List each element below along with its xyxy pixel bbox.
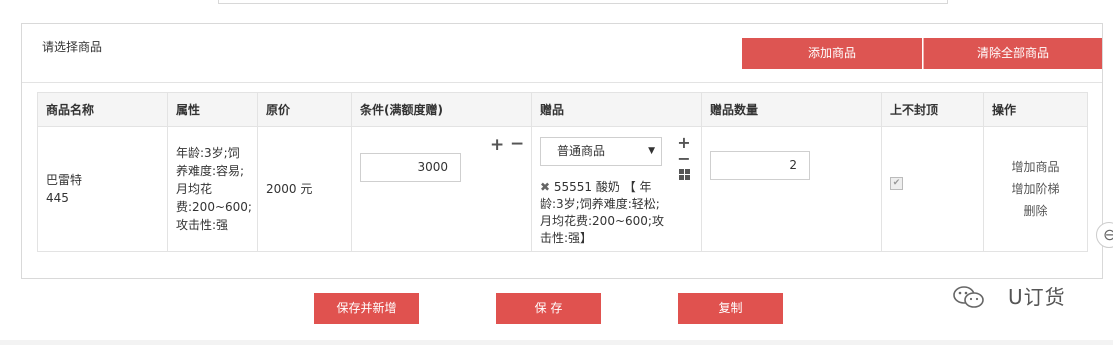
- panel-header: 请选择商品 添加商品 清除全部商品: [22, 24, 1102, 83]
- wechat-logo-icon: [953, 286, 984, 308]
- col-header-gift-qty: 赠品数量: [701, 92, 882, 127]
- col-header-actions: 操作: [983, 92, 1088, 127]
- copy-button[interactable]: 复制: [678, 293, 783, 324]
- col-header-gift: 赠品: [531, 92, 702, 127]
- gift-quantity-input[interactable]: [710, 151, 810, 180]
- cell-attributes: 年龄:3岁;饲养难度:容易;月均花费:200~600;攻击性:强: [167, 126, 258, 252]
- cell-no-cap: ✔: [881, 126, 984, 252]
- remove-condition-minus-icon[interactable]: −: [510, 136, 524, 153]
- table-header-row: 商品名称 属性 原价 条件(满额度赠) 赠品 赠品数量 上不封顶 操作: [37, 92, 1088, 127]
- col-header-no-cap: 上不封顶: [881, 92, 984, 127]
- col-header-price: 原价: [257, 92, 352, 127]
- save-and-new-button[interactable]: 保存并新增: [314, 293, 419, 324]
- panel-title: 请选择商品: [42, 40, 103, 54]
- gift-type-select[interactable]: 普通商品 ▼: [540, 137, 662, 166]
- goods-selection-panel: 请选择商品 添加商品 清除全部商品 商品名称 属性 原价 条件(满额度赠) 赠品…: [21, 23, 1103, 279]
- no-cap-checkbox[interactable]: ✔: [890, 177, 903, 190]
- table-row: 巴雷特 445 年龄:3岁;饲养难度:容易;月均花费:200~600;攻击性:强…: [37, 126, 1088, 252]
- delete-link[interactable]: 删除: [992, 200, 1079, 222]
- cell-goods-name: 巴雷特 445: [37, 126, 168, 252]
- gift-type-selected: 普通商品: [557, 144, 606, 158]
- add-tier-link[interactable]: 增加阶梯: [992, 178, 1079, 200]
- cell-price: 2000 元: [257, 126, 352, 252]
- remove-gift-x-icon[interactable]: ✖: [540, 180, 550, 194]
- grid-select-icon[interactable]: [678, 169, 690, 180]
- clear-all-goods-button[interactable]: 清除全部商品: [923, 38, 1102, 69]
- col-header-condition: 条件(满额度赠): [351, 92, 532, 127]
- chevron-down-icon: ▼: [648, 146, 655, 156]
- cell-gift: 普通商品 ▼ + − ✖ 55551 酸奶 【 年龄:3岁;饲养难度:轻松;月均…: [531, 126, 702, 252]
- condition-amount-input[interactable]: [360, 153, 461, 182]
- goods-code: 445: [46, 191, 69, 205]
- col-header-name: 商品名称: [37, 92, 168, 127]
- actions-list: 增加商品 增加阶梯 删除: [992, 156, 1079, 222]
- add-goods-link[interactable]: 增加商品: [992, 156, 1079, 178]
- goods-table: 商品名称 属性 原价 条件(满额度赠) 赠品 赠品数量 上不封顶 操作 巴雷特 …: [37, 92, 1088, 252]
- col-header-attributes: 属性: [167, 92, 258, 127]
- add-condition-plus-icon[interactable]: +: [490, 137, 504, 154]
- cell-actions: 增加商品 增加阶梯 删除: [983, 126, 1088, 252]
- watermark-text: U订货: [1008, 285, 1066, 309]
- goods-name: 巴雷特: [46, 173, 83, 187]
- save-button[interactable]: 保 存: [496, 293, 601, 324]
- gift-side-icons: + −: [676, 135, 692, 185]
- gift-detail-text: 55551 酸奶 【 年龄:3岁;饲养难度:轻松;月均花费:200~600;攻击…: [540, 180, 664, 245]
- cell-condition: + −: [351, 126, 532, 252]
- remove-gift-minus-icon[interactable]: −: [676, 151, 692, 167]
- bottom-divider: [0, 340, 1113, 345]
- top-input-strip: [218, 0, 948, 4]
- gift-detail: ✖ 55551 酸奶 【 年龄:3岁;饲养难度:轻松;月均花费:200~600;…: [540, 179, 670, 247]
- cell-gift-qty: [701, 126, 882, 252]
- add-goods-button[interactable]: 添加商品: [742, 38, 922, 69]
